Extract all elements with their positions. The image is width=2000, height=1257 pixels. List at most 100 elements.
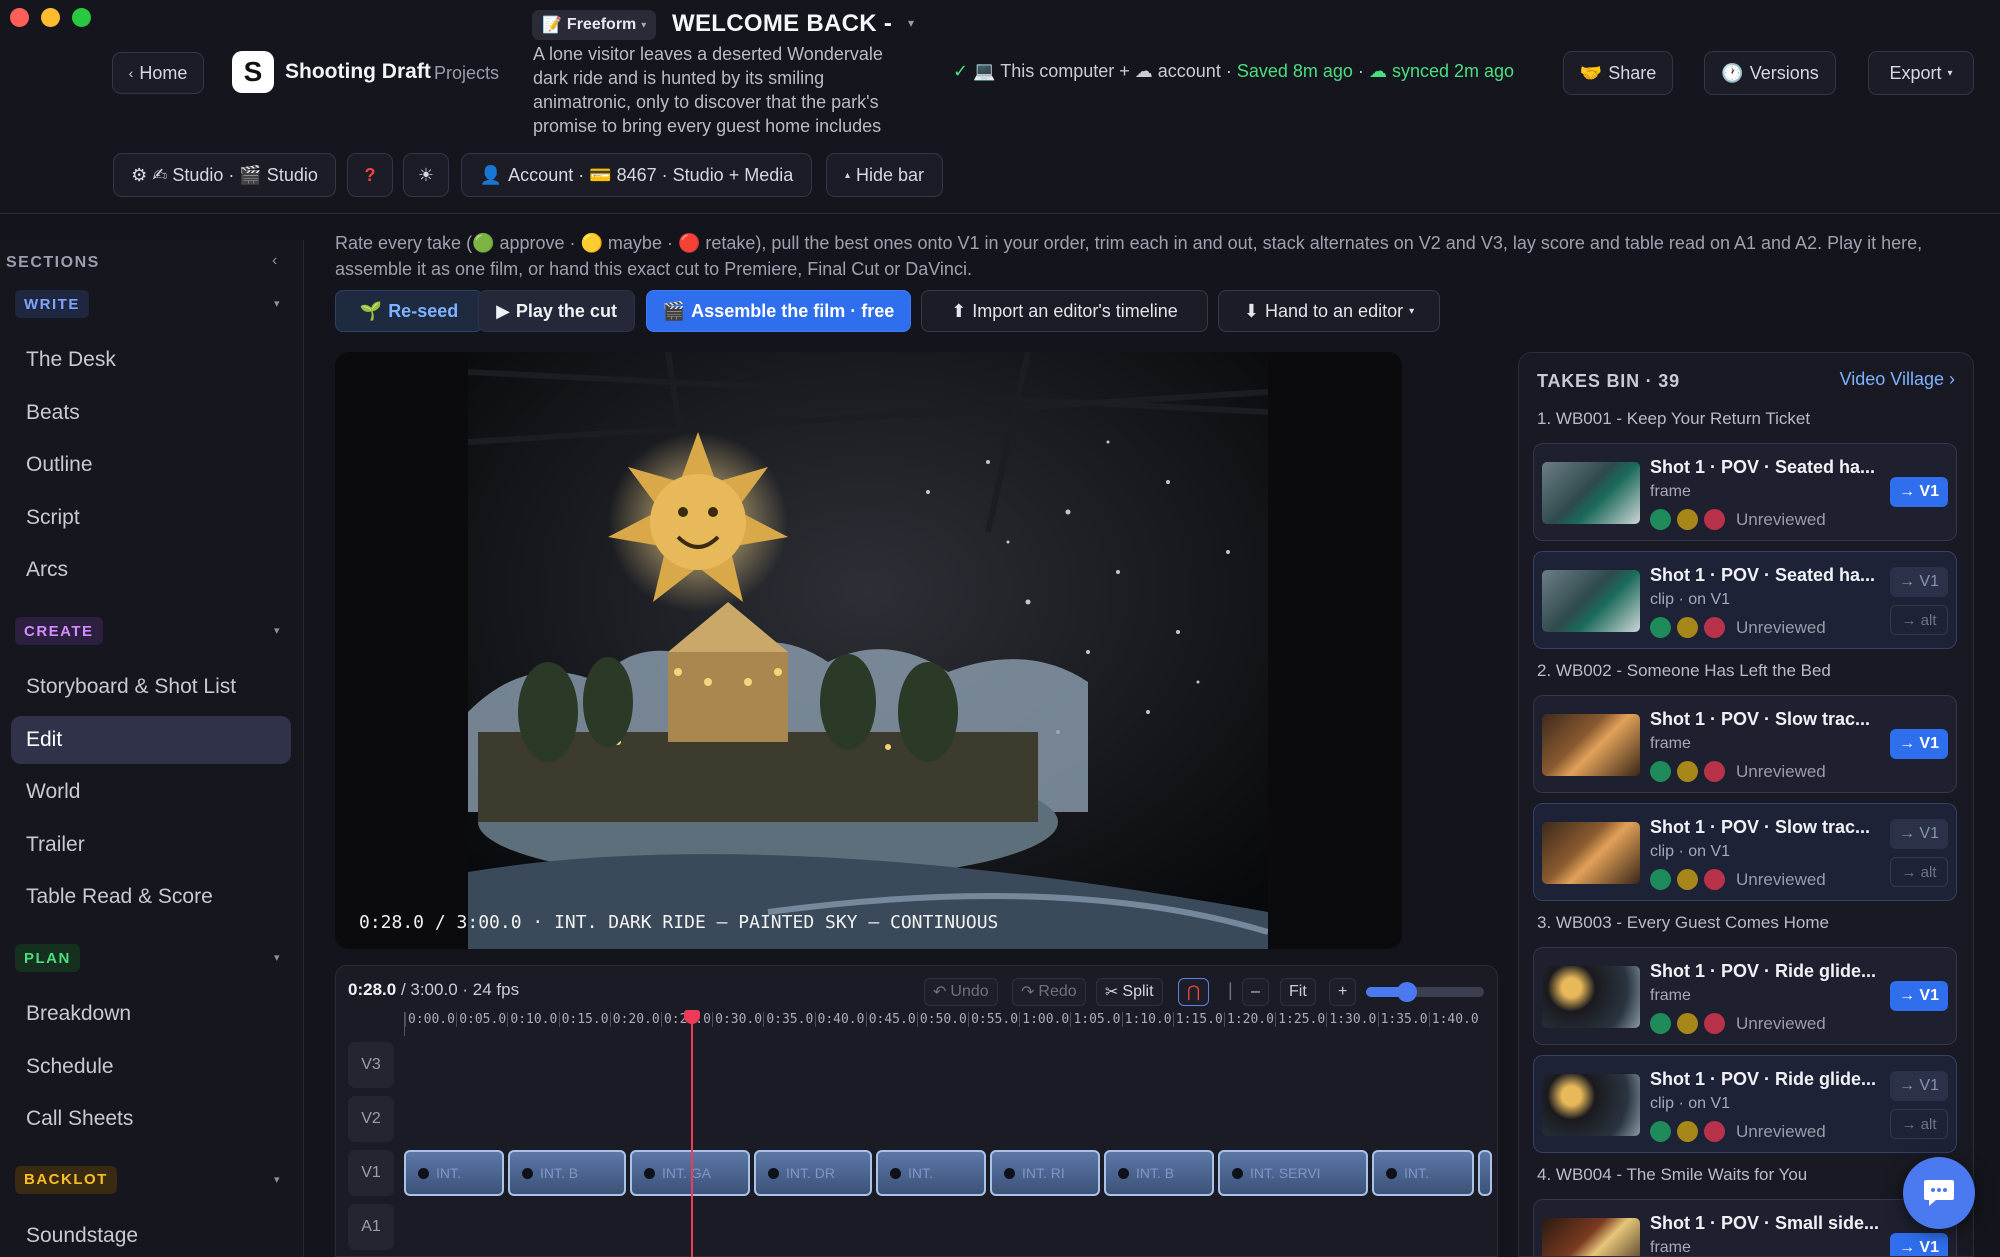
hand-to-editor-button[interactable]: ⬇ Hand to an editor ▾ bbox=[1218, 290, 1440, 332]
video-player[interactable]: 0:28.0 / 3:00.0 · INT. DARK RIDE – PAINT… bbox=[335, 352, 1402, 949]
sidebar-item-outline[interactable]: Outline bbox=[11, 441, 291, 489]
v1-clip[interactable]: INT. bbox=[876, 1150, 986, 1196]
v1-clip[interactable] bbox=[1478, 1150, 1492, 1196]
track-label-v3[interactable]: V3 bbox=[348, 1042, 394, 1088]
reseed-button[interactable]: 🌱 Re-seed bbox=[335, 290, 483, 332]
zoom-slider-handle[interactable] bbox=[1397, 982, 1418, 1002]
take-thumbnail[interactable] bbox=[1542, 966, 1640, 1028]
sidebar-group-write[interactable]: WRITE bbox=[15, 290, 89, 318]
approve-dot[interactable] bbox=[1650, 761, 1671, 782]
take-card[interactable]: Shot 1 · POV · Small side...frameUnrevie… bbox=[1533, 1199, 1957, 1256]
track-label-v1[interactable]: V1 bbox=[348, 1150, 394, 1196]
undo-button[interactable]: ↶ Undo bbox=[924, 978, 998, 1006]
send-to-alt-button[interactable]: → alt bbox=[1890, 1109, 1948, 1139]
sidebar-item-trailer[interactable]: Trailer bbox=[11, 821, 291, 869]
collapse-sidebar-icon[interactable]: ‹ bbox=[272, 252, 277, 270]
project-title[interactable]: Shooting Draft bbox=[285, 60, 431, 84]
take-card[interactable]: Shot 1 · POV · Seated ha... clip · on V1 U… bbox=[1533, 551, 1957, 649]
track-label-v2[interactable]: V2 bbox=[348, 1096, 394, 1142]
retake-dot[interactable] bbox=[1704, 1121, 1725, 1142]
send-to-v1-button[interactable]: → V1 bbox=[1890, 1071, 1948, 1101]
group-caret-icon[interactable]: ▾ bbox=[274, 297, 280, 310]
sidebar-item-world[interactable]: World bbox=[11, 768, 291, 816]
help-button[interactable]: ? bbox=[347, 153, 393, 197]
home-button[interactable]: ‹ Home bbox=[112, 52, 204, 94]
sidebar-item-breakdown[interactable]: Breakdown bbox=[11, 990, 291, 1038]
maybe-dot[interactable] bbox=[1677, 869, 1698, 890]
take-card[interactable]: Shot 1 · POV · Slow trac... clip · on V1 U… bbox=[1533, 803, 1957, 901]
v1-clip[interactable]: INT. GA bbox=[630, 1150, 750, 1196]
share-button[interactable]: 🤝 Share bbox=[1563, 51, 1673, 95]
take-thumbnail[interactable] bbox=[1542, 570, 1640, 632]
take-thumbnail[interactable] bbox=[1542, 822, 1640, 884]
maybe-dot[interactable] bbox=[1677, 617, 1698, 638]
sidebar-item-script[interactable]: Script bbox=[11, 494, 291, 542]
group-caret-icon[interactable]: ▾ bbox=[274, 1173, 280, 1186]
zoom-slider[interactable] bbox=[1366, 982, 1484, 1002]
sidebar-item-beats[interactable]: Beats bbox=[11, 389, 291, 437]
video-village-link[interactable]: Video Village › bbox=[1840, 369, 1955, 390]
take-card[interactable]: Shot 1 · POV · Slow trac... frame Unreview… bbox=[1533, 695, 1957, 793]
take-thumbnail[interactable] bbox=[1542, 1074, 1640, 1136]
v1-clip[interactable]: INT. SERVI bbox=[1218, 1150, 1368, 1196]
retake-dot[interactable] bbox=[1704, 617, 1725, 638]
v1-clip[interactable]: INT. bbox=[404, 1150, 504, 1196]
take-thumbnail[interactable] bbox=[1542, 462, 1640, 524]
v1-clip[interactable]: INT. B bbox=[1104, 1150, 1214, 1196]
approve-dot[interactable] bbox=[1650, 1121, 1671, 1142]
send-to-v1-button[interactable]: → V1 bbox=[1890, 1233, 1948, 1256]
send-to-v1-button[interactable]: → V1 bbox=[1890, 981, 1948, 1011]
time-ruler[interactable]: 0:00.00:05.00:10.00:15.00:20.00:25.00:30… bbox=[404, 1012, 1490, 1036]
chat-button[interactable] bbox=[1903, 1157, 1975, 1229]
take-thumbnail[interactable] bbox=[1542, 714, 1640, 776]
minimize-window-button[interactable] bbox=[41, 8, 60, 27]
send-to-v1-button[interactable]: → V1 bbox=[1890, 477, 1948, 507]
sun-icon[interactable]: ☀ bbox=[403, 153, 449, 197]
maybe-dot[interactable] bbox=[1677, 1013, 1698, 1034]
sidebar-group-backlot[interactable]: BACKLOT bbox=[15, 1165, 117, 1194]
zoom-window-button[interactable] bbox=[72, 8, 91, 27]
split-button[interactable]: ✂ Split bbox=[1096, 978, 1163, 1006]
close-window-button[interactable] bbox=[10, 8, 29, 27]
take-card[interactable]: Shot 1 · POV · Ride glide... clip · on V1… bbox=[1533, 1055, 1957, 1153]
sidebar-item-edit[interactable]: Edit bbox=[11, 715, 291, 764]
retake-dot[interactable] bbox=[1704, 509, 1725, 530]
import-timeline-button[interactable]: ⬆ Import an editor's timeline bbox=[921, 290, 1208, 332]
approve-dot[interactable] bbox=[1650, 1013, 1671, 1034]
take-card[interactable]: Shot 1 · POV · Ride glide... frame Unrevie… bbox=[1533, 947, 1957, 1045]
retake-dot[interactable] bbox=[1704, 869, 1725, 890]
send-to-v1-button[interactable]: → V1 bbox=[1890, 729, 1948, 759]
send-to-v1-button[interactable]: → V1 bbox=[1890, 819, 1948, 849]
sidebar-item-arcs[interactable]: Arcs bbox=[11, 546, 291, 594]
send-to-alt-button[interactable]: → alt bbox=[1890, 857, 1948, 887]
maybe-dot[interactable] bbox=[1677, 509, 1698, 530]
send-to-alt-button[interactable]: → alt bbox=[1890, 605, 1948, 635]
v1-clip[interactable]: INT. B bbox=[508, 1150, 626, 1196]
take-card[interactable]: Shot 1 · POV · Seated ha... frame Unreview… bbox=[1533, 443, 1957, 541]
sidebar-item-soundstage[interactable]: Soundstage bbox=[11, 1212, 291, 1257]
magnet-icon[interactable]: ⋂ bbox=[1178, 978, 1210, 1006]
account-button[interactable]: 👤 Account · 💳 8467 · Studio + Media bbox=[461, 153, 812, 197]
title-caret-icon[interactable]: ▾ bbox=[908, 16, 914, 30]
retake-dot[interactable] bbox=[1704, 1013, 1725, 1034]
versions-button[interactable]: 🕐 Versions bbox=[1704, 51, 1836, 95]
group-caret-icon[interactable]: ▾ bbox=[274, 624, 280, 637]
v1-clip[interactable]: INT. bbox=[1372, 1150, 1474, 1196]
maybe-dot[interactable] bbox=[1677, 1121, 1698, 1142]
sidebar-item-the-desk[interactable]: The Desk bbox=[11, 336, 291, 384]
studio-button[interactable]: ⚙ ✍ Studio · 🎬 Studio bbox=[113, 153, 336, 197]
send-to-v1-button[interactable]: → V1 bbox=[1890, 567, 1948, 597]
sidebar-item-schedule[interactable]: Schedule bbox=[11, 1043, 291, 1091]
approve-dot[interactable] bbox=[1650, 869, 1671, 890]
v1-clip[interactable]: INT. DR bbox=[754, 1150, 872, 1196]
play-cut-button[interactable]: ▶ Play the cut bbox=[478, 290, 635, 332]
sidebar-item-table-read-score[interactable]: Table Read & Score bbox=[11, 873, 291, 921]
sidebar-group-create[interactable]: CREATE bbox=[15, 617, 103, 645]
assemble-film-button[interactable]: 🎬 Assemble the film · free bbox=[646, 290, 911, 332]
zoom-in-button[interactable]: + bbox=[1329, 978, 1357, 1006]
projects-link[interactable]: Projects bbox=[434, 63, 499, 84]
playhead[interactable] bbox=[691, 1010, 693, 1257]
fit-button[interactable]: Fit bbox=[1280, 978, 1316, 1006]
redo-button[interactable]: ↷ Redo bbox=[1012, 978, 1086, 1006]
sidebar-group-plan[interactable]: PLAN bbox=[15, 944, 80, 972]
